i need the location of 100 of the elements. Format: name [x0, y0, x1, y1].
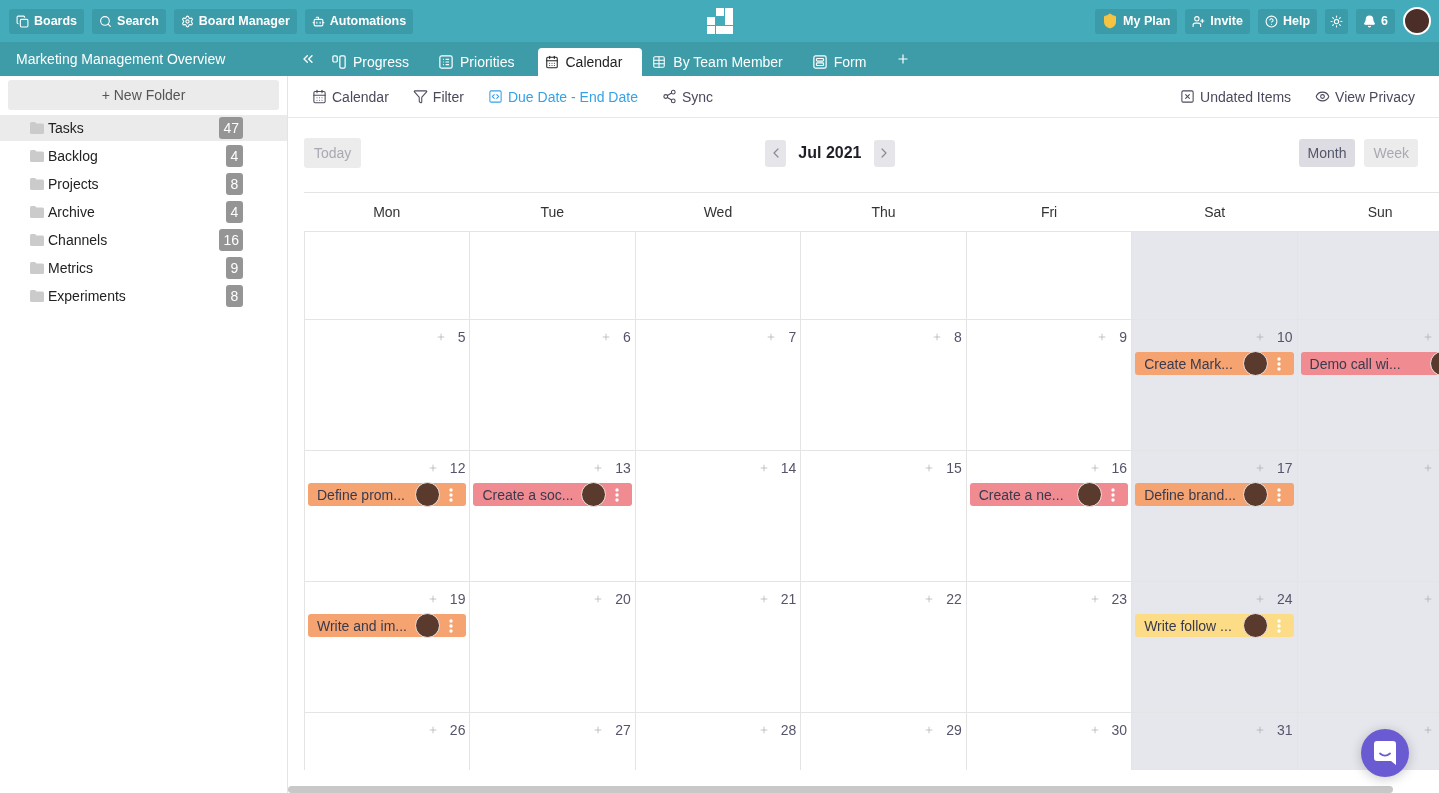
- view-toggle[interactable]: Month: [1298, 139, 1356, 167]
- kebab-menu-icon[interactable]: [1276, 356, 1281, 371]
- date-number: 16: [1111, 460, 1128, 476]
- plus-icon[interactable]: [931, 332, 942, 342]
- table-icon: [652, 55, 667, 69]
- search-button[interactable]: Search: [92, 8, 166, 34]
- plus-icon[interactable]: [1089, 725, 1100, 735]
- filter-button[interactable]: Filter: [412, 88, 464, 105]
- plus-icon[interactable]: [1089, 463, 1100, 473]
- previous-button[interactable]: [765, 139, 787, 167]
- kebab-menu-icon[interactable]: [449, 487, 454, 502]
- plus-icon[interactable]: [1255, 332, 1265, 342]
- avatar[interactable]: [1403, 7, 1431, 35]
- plus-icon[interactable]: [766, 332, 777, 342]
- view-tab[interactable]: Priorities: [432, 48, 535, 76]
- folder-item[interactable]: Projects 8: [0, 171, 287, 197]
- view-tab[interactable]: Progress: [325, 48, 430, 76]
- event-bar[interactable]: Write and im...: [308, 614, 467, 637]
- view-tab[interactable]: Calendar: [537, 48, 643, 76]
- theme-button[interactable]: [1325, 8, 1349, 34]
- plus-icon[interactable]: [924, 594, 935, 604]
- weekday-label: Mon: [373, 204, 401, 220]
- scrollbar-thumb[interactable]: [288, 786, 1393, 793]
- plus-icon[interactable]: [593, 725, 604, 735]
- weekday-label: Sat: [1204, 204, 1226, 220]
- next-button[interactable]: [873, 139, 895, 167]
- plus-icon[interactable]: [924, 463, 935, 473]
- calendar-view-button[interactable]: Calendar: [312, 88, 389, 105]
- robot-icon: [311, 14, 325, 28]
- sync-button[interactable]: Sync: [661, 88, 714, 105]
- avatar: [1242, 482, 1268, 507]
- notifications-button[interactable]: 6: [1356, 8, 1395, 34]
- plus-icon[interactable]: [1255, 594, 1265, 604]
- plan-button[interactable]: My Plan: [1095, 8, 1178, 34]
- plus-icon[interactable]: [601, 332, 612, 342]
- kebab-menu-icon[interactable]: [614, 487, 619, 502]
- event-bar[interactable]: Create Mark...: [1135, 352, 1294, 375]
- folder-icon: [30, 150, 44, 162]
- folder-item[interactable]: Metrics 9: [0, 255, 287, 281]
- view-privacy-button[interactable]: View Privacy: [1315, 88, 1415, 105]
- kebab-menu-icon[interactable]: [1276, 618, 1281, 633]
- event-bar[interactable]: Create a ne...: [969, 483, 1129, 506]
- folder-item[interactable]: Tasks 47: [0, 115, 287, 141]
- view-tab[interactable]: By Team Member: [645, 48, 803, 76]
- weekday-label: Thu: [871, 204, 896, 220]
- help-button[interactable]: Help: [1257, 8, 1318, 34]
- kebab-menu-icon[interactable]: [449, 618, 454, 633]
- count-badge: 9: [226, 257, 243, 279]
- plus-icon[interactable]: [1423, 332, 1433, 342]
- date-number: 21: [780, 591, 797, 607]
- plus-icon[interactable]: [427, 725, 438, 735]
- event-bar[interactable]: Write follow ...: [1135, 614, 1294, 637]
- plus-icon[interactable]: [758, 463, 769, 473]
- kebab-menu-icon[interactable]: [1276, 487, 1281, 502]
- folder-icon: [30, 234, 44, 246]
- date-number: 29: [946, 722, 962, 738]
- event-bar[interactable]: Demo call wi...: [1300, 352, 1439, 375]
- plus-icon[interactable]: [427, 594, 438, 604]
- plus-icon[interactable]: [1423, 463, 1433, 473]
- undated-items-button[interactable]: Undated Items: [1180, 88, 1292, 105]
- folder-item[interactable]: Archive 4: [0, 199, 287, 225]
- count-badge: 8: [226, 173, 243, 195]
- automations-button[interactable]: Automations: [304, 8, 414, 34]
- count-badge: 16: [219, 229, 243, 251]
- user-plus-icon: [1192, 14, 1206, 28]
- plus-icon[interactable]: [1089, 594, 1100, 604]
- plus-icon[interactable]: [427, 463, 438, 473]
- new-folder-button[interactable]: + New Folder: [8, 80, 279, 110]
- plus-icon[interactable]: [593, 594, 604, 604]
- boards-button[interactable]: Boards: [9, 8, 85, 34]
- plus-icon[interactable]: [1255, 463, 1265, 473]
- date-number: 20: [615, 591, 631, 607]
- plus-icon[interactable]: [593, 463, 604, 473]
- logo[interactable]: [707, 8, 733, 34]
- date-number: 30: [1111, 722, 1128, 738]
- plus-icon[interactable]: [435, 332, 446, 342]
- folder-item[interactable]: Channels 16: [0, 227, 287, 253]
- plus-icon[interactable]: [924, 725, 935, 735]
- plus-icon[interactable]: [1097, 332, 1108, 342]
- plus-icon[interactable]: [758, 594, 769, 604]
- plus-icon[interactable]: [896, 52, 911, 66]
- kebab-menu-icon[interactable]: [1111, 487, 1116, 502]
- event-bar[interactable]: Define prom...: [308, 483, 467, 506]
- date-field-button[interactable]: Due Date - End Date: [487, 88, 638, 105]
- view-tab[interactable]: Form: [805, 48, 887, 76]
- event-bar[interactable]: Create a soc...: [473, 483, 632, 506]
- date-number: 17: [1277, 460, 1293, 476]
- event-bar[interactable]: Define brand...: [1135, 483, 1294, 506]
- folder-item[interactable]: Experiments 8: [0, 283, 287, 309]
- plus-icon[interactable]: [758, 725, 769, 735]
- plus-icon[interactable]: [1423, 725, 1433, 735]
- date-number: 26: [449, 722, 466, 738]
- bell-icon: [1363, 14, 1377, 28]
- invite-button[interactable]: Invite: [1185, 8, 1250, 34]
- board-manager-button[interactable]: Board Manager: [173, 8, 297, 34]
- folder-item[interactable]: Backlog 4: [0, 143, 287, 169]
- plus-icon[interactable]: [1423, 594, 1433, 604]
- eye-icon: [1315, 89, 1331, 104]
- square-x-icon: [1180, 89, 1196, 104]
- plus-icon[interactable]: [1255, 725, 1265, 735]
